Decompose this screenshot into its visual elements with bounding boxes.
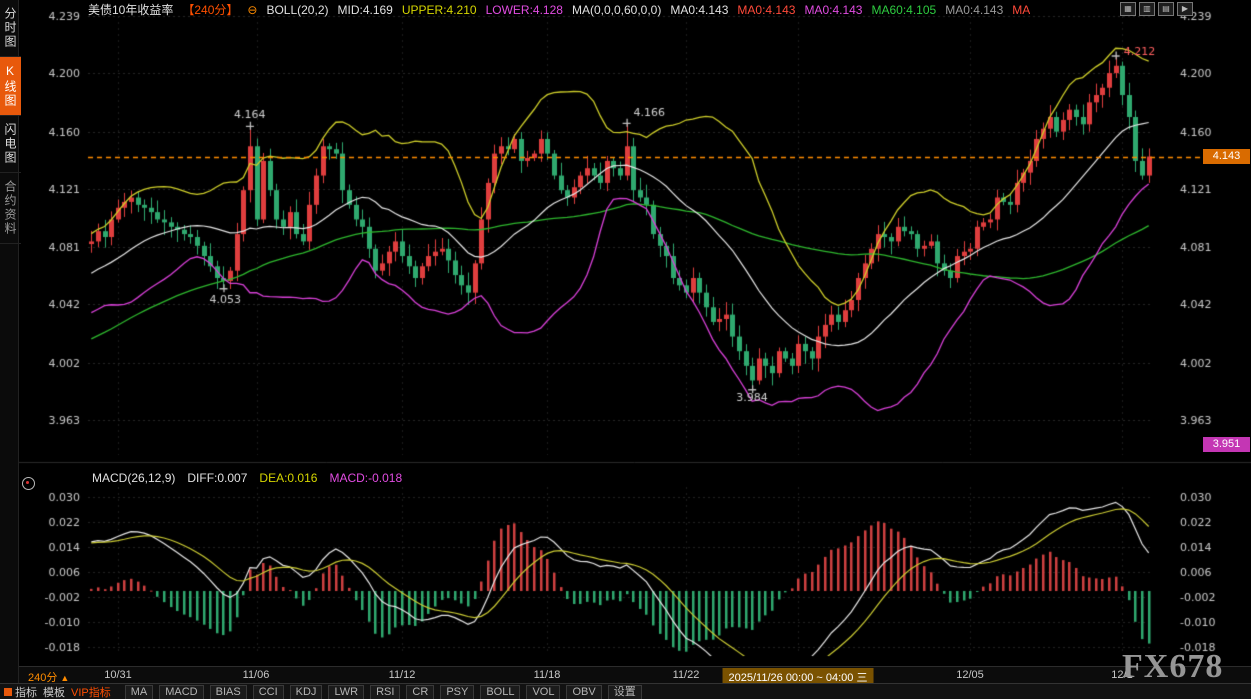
- ma0-value-2: MA0:4.143: [737, 3, 795, 17]
- list-layout-icon[interactable]: ▤: [1158, 2, 1174, 16]
- indicator-button-obv[interactable]: OBV: [566, 685, 601, 699]
- macd-legend: MACD(26,12,9) DIFF:0.007 DEA:0.016 MACD:…: [92, 471, 402, 485]
- boll-mid-value: MID:4.169: [338, 3, 393, 17]
- sidebar-item-flash-chart[interactable]: 闪电图: [0, 116, 21, 173]
- tab-indicators[interactable]: 指标: [4, 684, 37, 699]
- macd-hist-value: MACD:-0.018: [329, 471, 402, 485]
- boll-label: BOLL(20,2): [266, 3, 328, 17]
- ma60-value: MA60:4.105: [871, 3, 936, 17]
- macd-params-label: MACD(26,12,9): [92, 471, 175, 485]
- split-layout-icon[interactable]: ▥: [1139, 2, 1155, 16]
- indicator-button-cci[interactable]: CCI: [253, 685, 284, 699]
- indicator-button-kdj[interactable]: KDJ: [290, 685, 323, 699]
- sidebar-item-timeline-chart[interactable]: 分时图: [0, 0, 21, 57]
- ma0-value-1: MA0:4.143: [670, 3, 728, 17]
- date-label: 11/18: [534, 669, 561, 681]
- indicator-button-cr[interactable]: CR: [406, 685, 434, 699]
- period-badge[interactable]: 【240分】: [182, 2, 238, 17]
- date-label: 11/06: [243, 669, 270, 681]
- crosshair-marker-icon[interactable]: [22, 477, 35, 490]
- ma-label: MA(0,0,0,60,0,0): [572, 3, 661, 17]
- x-axis-row: 240分 ▲ 10/31 11/06 11/12 11/18 11/22 202…: [18, 666, 1251, 684]
- collapse-icon[interactable]: ⊖: [247, 3, 257, 17]
- ma0-value-3: MA0:4.143: [804, 3, 862, 17]
- macd-diff-value: DIFF:0.007: [187, 471, 247, 485]
- indicator-button-psy[interactable]: PSY: [440, 685, 474, 699]
- ma-truncated-label: MA: [1012, 3, 1030, 17]
- sidebar-item-kline-chart[interactable]: K线图: [0, 57, 21, 116]
- indicator-button-vol[interactable]: VOL: [526, 685, 560, 699]
- indicator-bullet-icon: [4, 688, 12, 696]
- macd-dea-value: DEA:0.016: [259, 471, 317, 485]
- tab-vip-indicators[interactable]: VIP指标: [71, 684, 111, 699]
- indicator-button-boll[interactable]: BOLL: [480, 685, 520, 699]
- trading-terminal: 分时图 K线图 闪电图 合约资料 美债10年收益率 【240分】 ⊖ BOLL(…: [0, 0, 1251, 699]
- ma0-value-4: MA0:4.143: [945, 3, 1003, 17]
- indicator-button-rsi[interactable]: RSI: [370, 685, 400, 699]
- lower-band-tag: 3.951: [1203, 437, 1250, 452]
- indicator-button-macd[interactable]: MACD: [159, 685, 203, 699]
- window-layout-icons: ▦ ▥ ▤ ▶: [1120, 2, 1193, 16]
- watermark: FX678: [1122, 648, 1223, 686]
- settings-button[interactable]: 设置: [608, 685, 642, 699]
- triangle-up-icon: ▲: [60, 673, 69, 683]
- indicator-button-ma[interactable]: MA: [125, 685, 154, 699]
- date-label: 10/31: [104, 669, 132, 681]
- grid-layout-icon[interactable]: ▦: [1120, 2, 1136, 16]
- boll-lower-value: LOWER:4.128: [486, 3, 563, 17]
- chart-header: 美债10年收益率 【240分】 ⊖ BOLL(20,2) MID:4.169 U…: [88, 2, 1030, 17]
- price-chart-canvas[interactable]: [0, 0, 1251, 699]
- boll-upper-value: UPPER:4.210: [402, 3, 477, 17]
- tab-templates[interactable]: 模板: [43, 684, 65, 699]
- date-label: 11/22: [673, 669, 700, 681]
- sidebar-item-contract-info[interactable]: 合约资料: [0, 173, 21, 244]
- symbol-title: 美债10年收益率: [88, 2, 173, 17]
- bottom-toolbar: 指标 模板 VIP指标 MA MACD BIAS CCI KDJ LWR RSI…: [0, 683, 1251, 699]
- date-label: 12/05: [956, 669, 984, 681]
- play-forward-icon[interactable]: ▶: [1177, 2, 1193, 16]
- indicator-button-lwr[interactable]: LWR: [328, 685, 364, 699]
- last-price-tag: 4.143: [1203, 149, 1250, 164]
- indicator-button-bias[interactable]: BIAS: [210, 685, 247, 699]
- left-sidebar: 分时图 K线图 闪电图 合约资料: [0, 0, 19, 683]
- date-label: 11/12: [389, 669, 416, 681]
